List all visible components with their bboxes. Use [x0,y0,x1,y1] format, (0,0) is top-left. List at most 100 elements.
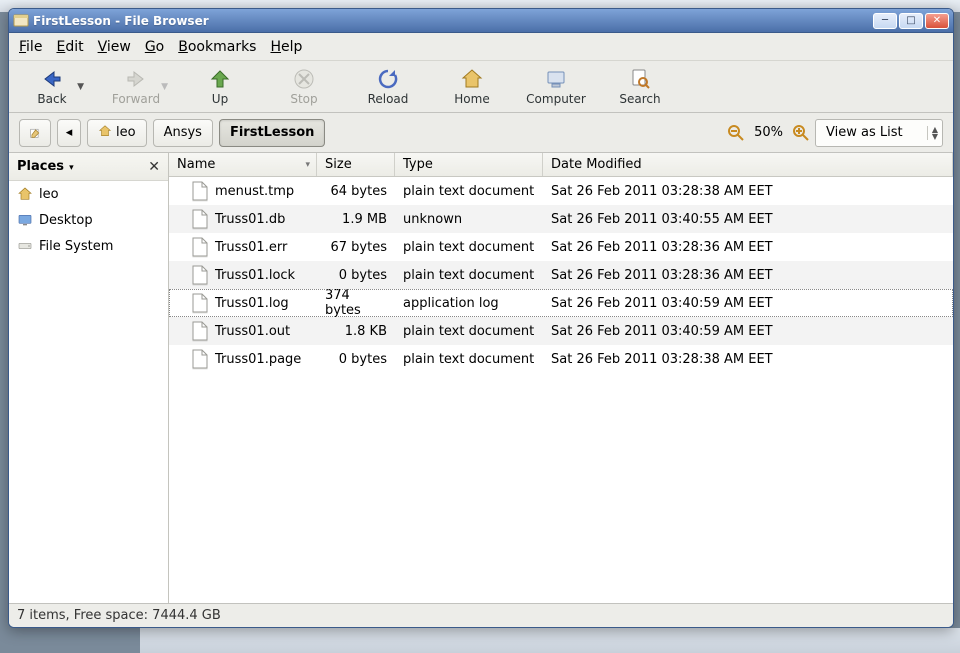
column-size[interactable]: Size [317,153,395,176]
file-name: Truss01.db [215,212,285,227]
table-row[interactable]: Truss01.out1.8 KBplain text documentSat … [169,317,953,345]
sidebar-item-desktop[interactable]: Desktop [9,207,168,233]
search-label: Search [619,92,660,106]
file-name: Truss01.lock [215,268,295,283]
file-name: Truss01.log [215,296,289,311]
chevron-down-icon: ▾ [66,163,74,173]
window-title: FirstLesson - File Browser [33,14,873,28]
home-icon [460,67,484,91]
search-button[interactable]: Search [603,63,677,111]
crumb-firstlesson[interactable]: FirstLesson [219,119,325,147]
menu-edit[interactable]: Edit [56,39,83,55]
cell-type: plain text document [395,184,543,199]
file-icon [191,293,209,313]
column-headers: Name ▾ Size Type Date Modified [169,153,953,177]
stop-button: Stop [267,63,341,111]
drive-icon [17,238,33,254]
reload-label: Reload [368,92,409,106]
crumb-home[interactable]: leo [87,119,147,147]
home-icon [17,186,33,202]
file-icon [191,209,209,229]
cell-date: Sat 26 Feb 2011 03:40:59 AM EET [543,296,953,311]
cell-date: Sat 26 Feb 2011 03:40:59 AM EET [543,324,953,339]
file-name: menust.tmp [215,184,294,199]
table-row[interactable]: Truss01.page0 bytesplain text documentSa… [169,345,953,373]
menu-view[interactable]: View [98,39,131,55]
sidebar-item-leo[interactable]: leo [9,181,168,207]
up-icon [208,67,232,91]
cell-type: application log [395,296,543,311]
dropdown-icon[interactable]: ▼ [77,82,84,92]
sidebar-item-label: Desktop [39,213,93,228]
cell-size: 1.9 MB [317,212,395,227]
computer-label: Computer [526,92,586,106]
desktop-icon [17,212,33,228]
search-icon [628,67,652,91]
status-text: 7 items, Free space: 7444.4 GB [17,608,221,623]
toolbar: ▼ Back ▼ Forward Up Stop Reload Home Com… [9,61,953,113]
column-name[interactable]: Name ▾ [169,153,317,176]
cell-name: menust.tmp [169,181,317,201]
file-icon [191,237,209,257]
table-row[interactable]: Truss01.db1.9 MBunknownSat 26 Feb 2011 0… [169,205,953,233]
file-icon [191,265,209,285]
view-mode-spinner[interactable]: ▲▼ [927,126,938,140]
file-icon [191,181,209,201]
sidebar-item-label: File System [39,239,113,254]
file-rows[interactable]: menust.tmp64 bytesplain text documentSat… [169,177,953,603]
edit-path-button[interactable] [19,119,51,147]
table-row[interactable]: Truss01.log374 bytesapplication logSat 2… [169,289,953,317]
home-label: Home [454,92,489,106]
back-icon [40,67,64,91]
cell-name: Truss01.out [169,321,317,341]
up-button[interactable]: Up [183,63,257,111]
sidebar-header-label: Places [17,159,64,174]
window-controls: ─ □ ✕ [873,13,949,29]
reload-button[interactable]: Reload [351,63,425,111]
sidebar-item-filesystem[interactable]: File System [9,233,168,259]
cell-size: 0 bytes [317,352,395,367]
crumb-ansys[interactable]: Ansys [153,119,213,147]
table-row[interactable]: Truss01.err67 bytesplain text documentSa… [169,233,953,261]
column-type[interactable]: Type [395,153,543,176]
cell-name: Truss01.page [169,349,317,369]
zoom-level: 50% [754,125,783,140]
sidebar-item-label: leo [39,187,59,202]
close-button[interactable]: ✕ [925,13,949,29]
home-button[interactable]: Home [435,63,509,111]
menu-bookmarks[interactable]: Bookmarks [178,39,256,55]
titlebar[interactable]: FirstLesson - File Browser ─ □ ✕ [9,9,953,33]
file-name: Truss01.page [215,352,301,367]
minimize-button[interactable]: ─ [873,13,897,29]
file-name: Truss01.err [215,240,287,255]
cell-name: Truss01.err [169,237,317,257]
sidebar-close-button[interactable]: ✕ [148,159,160,175]
sidebar: Places ▾ ✕ leo Desktop File System [9,153,169,603]
path-back-button[interactable]: ◂ [57,119,81,147]
up-label: Up [212,92,228,106]
menu-help[interactable]: Help [270,39,302,55]
table-row[interactable]: menust.tmp64 bytesplain text documentSat… [169,177,953,205]
background-bottom [140,628,960,653]
computer-button[interactable]: Computer [519,63,593,111]
crumb-home-label: leo [116,125,136,140]
file-icon [191,321,209,341]
column-name-label: Name [177,157,215,172]
cell-date: Sat 26 Feb 2011 03:40:55 AM EET [543,212,953,227]
maximize-button[interactable]: □ [899,13,923,29]
zoom-in-icon[interactable] [793,125,809,141]
stop-icon [292,67,316,91]
main-area: Places ▾ ✕ leo Desktop File System Name … [9,153,953,603]
menu-go[interactable]: Go [145,39,164,55]
table-row[interactable]: Truss01.lock0 bytesplain text documentSa… [169,261,953,289]
location-bar: ◂ leo Ansys FirstLesson 50% View as List… [9,113,953,153]
cell-date: Sat 26 Feb 2011 03:28:36 AM EET [543,240,953,255]
cell-date: Sat 26 Feb 2011 03:28:38 AM EET [543,352,953,367]
view-mode-select[interactable]: View as List ▲▼ [815,119,943,147]
column-date[interactable]: Date Modified [543,153,953,176]
back-button[interactable]: ▼ Back [15,63,89,111]
sidebar-header[interactable]: Places ▾ ✕ [9,153,168,181]
zoom-out-icon[interactable] [728,125,744,141]
menu-file[interactable]: File [19,39,42,55]
cell-name: Truss01.db [169,209,317,229]
